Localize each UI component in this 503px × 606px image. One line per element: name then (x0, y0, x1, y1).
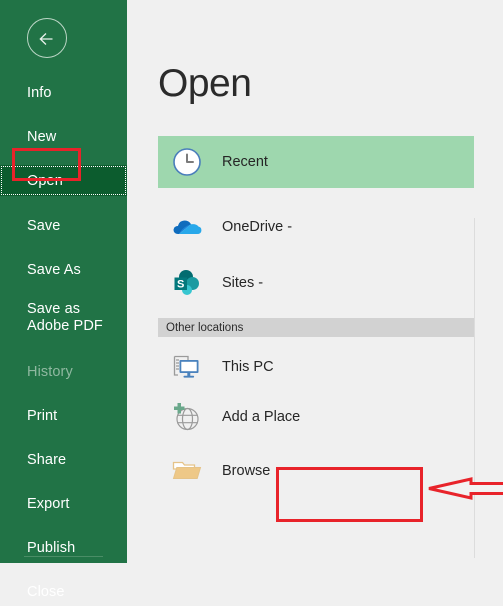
place-item-label: OneDrive - (222, 219, 293, 235)
sidebar-item-share[interactable]: Share (0, 445, 127, 474)
sidebar-item-label: Info (27, 84, 52, 101)
sidebar-item-label: Open (27, 172, 63, 189)
other-locations-header-label: Other locations (166, 321, 244, 334)
sidebar-item-label: Export (27, 495, 70, 512)
sidebar-item-history: History (0, 357, 127, 386)
open-panel: Open Recent OneDrive - S Sites - Other l… (127, 0, 503, 563)
place-item-label: Recent (222, 154, 268, 170)
folder-icon (170, 454, 204, 488)
place-item-recent[interactable]: Recent (158, 136, 474, 188)
sidebar-item-save-as-adobe-pdf[interactable]: Save as Adobe PDF (0, 299, 127, 343)
backstage-view: Info New Open Save Save As Save as Adobe… (0, 0, 503, 600)
sidebar-item-label: Save as Adobe PDF (27, 301, 103, 334)
sidebar-item-publish[interactable]: Publish (0, 533, 127, 562)
clock-icon (170, 145, 204, 179)
panel-separator (474, 218, 475, 558)
sidebar-item-export[interactable]: Export (0, 489, 127, 518)
sidebar-item-info[interactable]: Info (0, 78, 127, 107)
sidebar-item-new[interactable]: New (0, 122, 127, 151)
back-arrow-button[interactable] (27, 18, 67, 58)
svg-text:S: S (177, 278, 184, 290)
this-pc-icon (170, 350, 204, 384)
place-item-label: Sites - (222, 275, 264, 291)
sidebar-item-label: Publish (27, 539, 76, 556)
back-arrow-icon (39, 33, 53, 45)
sidebar-item-label: Close (27, 583, 65, 600)
onedrive-icon (170, 210, 204, 244)
sharepoint-icon: S (170, 266, 204, 300)
page-title: Open (158, 62, 252, 105)
sidebar-item-open[interactable]: Open (0, 165, 127, 196)
other-locations-header: Other locations (158, 318, 474, 337)
sidebar-divider (24, 556, 103, 557)
sidebar-item-label: Share (27, 451, 67, 468)
place-item-browse[interactable]: Browse (158, 449, 474, 493)
place-item-onedrive[interactable]: OneDrive - (158, 204, 474, 250)
sidebar-item-close[interactable]: Close (0, 577, 127, 606)
sidebar-item-label: Print (27, 407, 58, 424)
backstage-sidebar: Info New Open Save Save As Save as Adobe… (0, 0, 127, 600)
sidebar-item-save-as[interactable]: Save As (0, 255, 127, 284)
place-item-sites[interactable]: S Sites - (158, 260, 474, 306)
sidebar-item-label: History (27, 363, 73, 380)
sidebar-item-label: Save As (27, 261, 81, 278)
places-list: Recent OneDrive - S Sites - Other locati… (158, 136, 474, 493)
sidebar-item-label: New (27, 128, 57, 145)
backstage-nav: Info New Open Save Save As Save as Adobe… (0, 78, 127, 606)
place-item-add-a-place[interactable]: Add a Place (158, 395, 474, 439)
add-a-place-icon (170, 400, 204, 434)
sidebar-item-label: Save (27, 217, 61, 234)
place-item-label: This PC (222, 359, 274, 375)
sidebar-item-print[interactable]: Print (0, 401, 127, 430)
place-item-label: Browse (222, 463, 271, 479)
sidebar-item-save[interactable]: Save (0, 211, 127, 240)
place-item-label: Add a Place (222, 409, 301, 425)
place-item-this-pc[interactable]: This PC (158, 345, 474, 389)
